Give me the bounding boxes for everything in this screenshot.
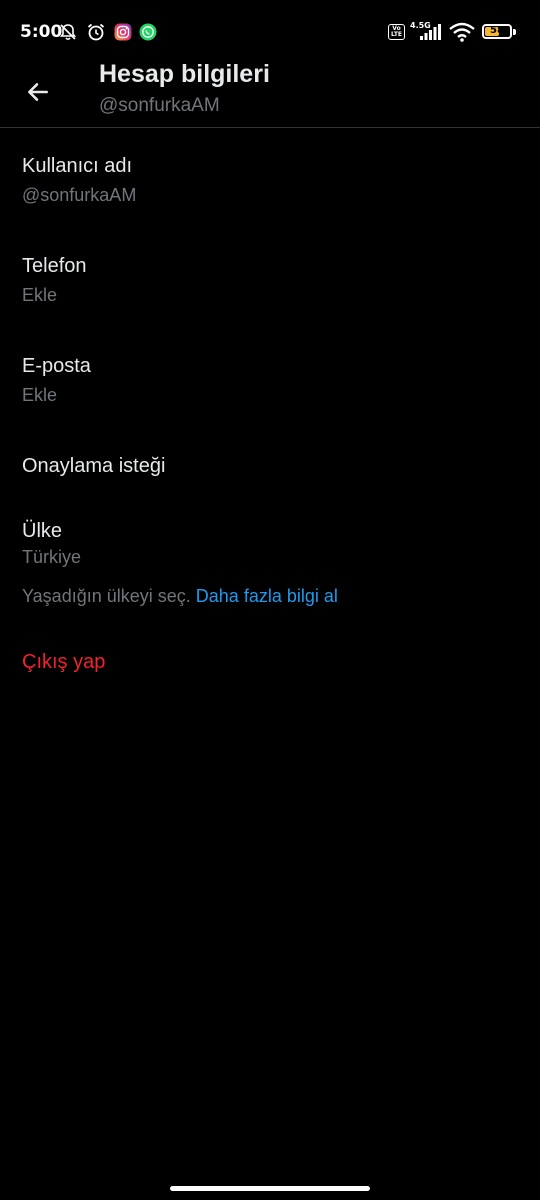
page-title: Hesap bilgileri — [99, 60, 270, 88]
country-help-text: Yaşadığın ülkeyi seç. Daha fazla bilgi a… — [22, 586, 338, 607]
row-username[interactable]: Kullanıcı adı @sonfurkaAM — [0, 155, 540, 215]
arrow-left-icon — [28, 83, 48, 101]
row-label: Ülke — [22, 520, 63, 542]
back-button[interactable] — [18, 72, 58, 112]
status-bar: 5:00 Vo LTE 4.5G 58 — [0, 0, 540, 64]
row-verification-request[interactable]: Onaylama isteği — [0, 455, 540, 485]
home-indicator[interactable] — [170, 1186, 370, 1191]
alarm-icon — [87, 23, 105, 41]
row-value: Türkiye — [22, 547, 82, 567]
row-country[interactable]: Ülke Türkiye — [0, 520, 540, 575]
signal-icon — [420, 24, 441, 40]
row-value: @sonfurkaAM — [22, 185, 137, 205]
whatsapp-icon — [139, 23, 157, 41]
logout-button[interactable]: Çıkış yap — [22, 651, 105, 674]
row-label: Kullanıcı adı — [22, 155, 133, 177]
battery-tip — [513, 29, 516, 35]
volte-icon: Vo LTE — [388, 24, 405, 40]
battery-icon: 58 — [482, 24, 512, 39]
instagram-icon — [114, 23, 132, 41]
row-label: Onaylama isteği — [22, 455, 166, 477]
wifi-icon — [449, 22, 475, 42]
muted-notification-icon — [59, 24, 77, 41]
row-label: E-posta — [22, 355, 91, 377]
row-phone[interactable]: Telefon Ekle — [0, 255, 540, 315]
status-time: 5:00 — [20, 22, 63, 42]
learn-more-link[interactable]: Daha fazla bilgi al — [196, 586, 338, 606]
row-email[interactable]: E-posta Ekle — [0, 355, 540, 415]
row-label: Telefon — [22, 255, 87, 277]
country-help-description: Yaşadığın ülkeyi seç. — [22, 586, 191, 606]
row-value: Ekle — [22, 285, 58, 305]
page-subtitle: @sonfurkaAM — [99, 95, 220, 116]
battery-level: 58 — [490, 25, 504, 36]
header: Hesap bilgileri @sonfurkaAM — [0, 60, 540, 128]
header-divider — [0, 127, 540, 128]
row-value: Ekle — [22, 385, 58, 405]
